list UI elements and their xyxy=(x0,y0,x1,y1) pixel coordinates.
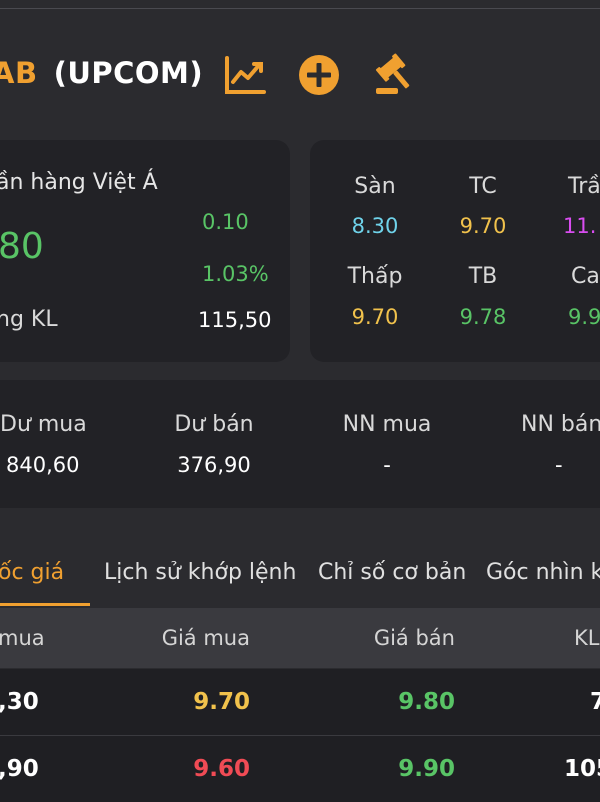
buy-surplus-label: Dư mua xyxy=(0,412,87,437)
col-header-buy-volume: mua xyxy=(0,626,45,650)
ceiling-label: Trầ xyxy=(568,174,600,199)
col-header-ask-price: Giá bán xyxy=(373,626,455,650)
sell-surplus-value: 376,90 xyxy=(177,453,251,477)
ceiling-price: 11. xyxy=(563,214,597,238)
col-header-sell-volume: KL xyxy=(574,626,600,650)
sell-volume-cell: 7 xyxy=(590,689,600,715)
bid-price-cell: 9.60 xyxy=(193,756,250,782)
low-price: 9.70 xyxy=(351,305,399,329)
sell-surplus-label: Dư bán xyxy=(174,412,254,437)
average-label: TB xyxy=(468,264,498,289)
current-price: 80 xyxy=(0,226,44,267)
price-change: 0.10 xyxy=(202,210,249,234)
floor-label: Sàn xyxy=(354,174,396,199)
low-label: Thấp xyxy=(347,264,403,289)
floor-price: 8.30 xyxy=(351,214,399,238)
active-tab-indicator xyxy=(0,603,90,606)
exchange-label: (UPCOM) xyxy=(53,56,204,90)
buy-surplus-value: 840,60 xyxy=(6,453,80,477)
sell-volume-cell: 105 xyxy=(564,756,600,782)
high-price: 9.9 xyxy=(568,305,600,329)
col-header-bid-price: Giá mua xyxy=(161,626,250,650)
foreign-buy-label: NN mua xyxy=(342,412,432,437)
high-label: Ca xyxy=(571,264,600,289)
chart-line-icon[interactable] xyxy=(222,52,268,98)
top-divider xyxy=(0,8,600,9)
reference-label: TC xyxy=(469,174,497,199)
foreign-sell-value: - xyxy=(555,453,563,477)
foreign-sell-label: NN bán xyxy=(521,412,600,437)
buy-volume-cell: ,30 xyxy=(0,689,39,715)
orders-card xyxy=(0,380,600,508)
plus-circle-icon[interactable] xyxy=(296,52,342,98)
ask-price-cell: 9.80 xyxy=(398,689,455,715)
volume-value: 115,50 xyxy=(198,308,272,332)
order-book-header xyxy=(0,608,600,668)
tab-fundamentals[interactable]: Chỉ số cơ bản xyxy=(318,560,466,585)
buy-volume-cell: ,90 xyxy=(0,756,39,782)
table-row[interactable] xyxy=(0,669,600,735)
average-price: 9.78 xyxy=(459,305,507,329)
tab-match-history[interactable]: Lịch sử khớp lệnh xyxy=(104,560,296,585)
reference-price: 9.70 xyxy=(459,214,507,238)
bid-price-cell: 9.70 xyxy=(193,689,250,715)
tab-price-corner[interactable]: ốc giá xyxy=(0,560,64,585)
volume-label: ng KL xyxy=(0,307,58,332)
auction-gavel-icon[interactable] xyxy=(372,52,418,98)
price-change-percent: 1.03% xyxy=(202,262,269,286)
ticker-code: AB xyxy=(0,56,38,90)
ticker-title: AB (UPCOM) xyxy=(0,56,203,90)
tab-technical-view[interactable]: Góc nhìn kỹ xyxy=(486,560,600,585)
table-row[interactable] xyxy=(0,736,600,802)
company-name: ần hàng Việt Á xyxy=(0,170,158,195)
foreign-buy-value: - xyxy=(383,453,391,477)
ask-price-cell: 9.90 xyxy=(398,756,455,782)
